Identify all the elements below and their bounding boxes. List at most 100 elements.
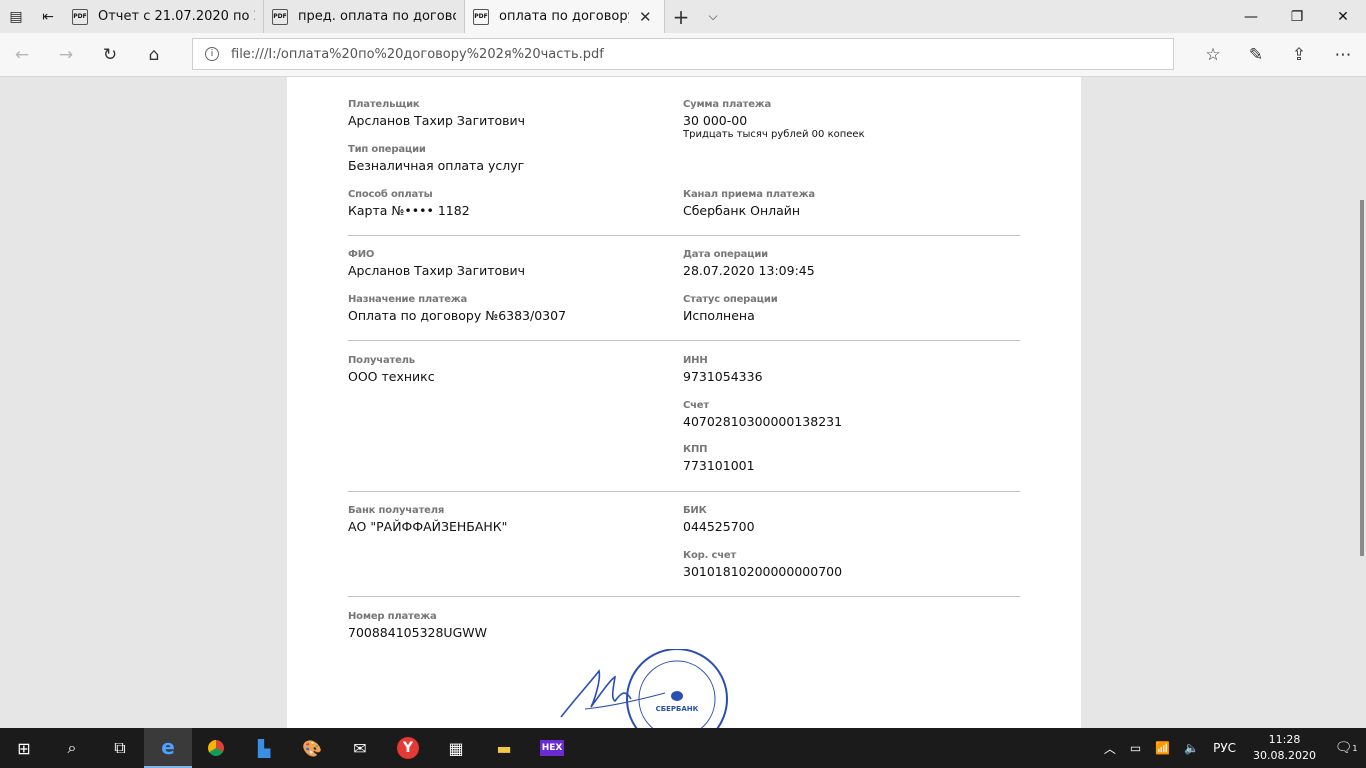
channel-value: Сбербанк Онлайн — [683, 203, 801, 218]
account-value: 40702810300000138231 — [683, 414, 843, 429]
refresh-button[interactable]: ↻ — [96, 41, 124, 69]
more-menu-icon[interactable]: ⋯ — [1329, 41, 1357, 69]
yandex-browser-icon[interactable]: Y — [384, 728, 432, 768]
task-view-icon[interactable]: ⧉ — [96, 728, 144, 768]
fio-label: ФИО — [348, 249, 375, 260]
start-windows-icon[interactable]: ⊞ — [0, 728, 48, 768]
set-aside-tabs-icon[interactable]: ⇤ — [32, 0, 64, 33]
separator — [348, 596, 1020, 597]
restore-button[interactable]: ❐ — [1274, 0, 1320, 33]
paint-palette-icon[interactable]: 🎨 — [288, 728, 336, 768]
navigation-bar: ← → ↻ ⌂ i file:///I:/оплата%20по%20догов… — [0, 33, 1366, 77]
pdf-page: Плательщик Арсланов Тахир Загитович Сумм… — [287, 77, 1081, 728]
op-type-label: Тип операции — [348, 144, 426, 155]
search-icon[interactable]: ⌕ — [48, 728, 96, 768]
date-label: Дата операции — [683, 249, 768, 260]
payment-no-value: 700884105328UGWW — [348, 625, 487, 640]
kpp-value: 773101001 — [683, 458, 755, 473]
calculator-icon[interactable]: ▦ — [432, 728, 480, 768]
date-field: Дата операции 28.07.2020 13:09:45 — [683, 249, 815, 278]
tab-title: пред. оплата по договору — [298, 9, 456, 24]
amount-label: Сумма платежа — [683, 99, 772, 110]
account-field: Счет 40702810300000138231 — [683, 400, 842, 429]
inn-label: ИНН — [683, 355, 708, 366]
tab-prepayment[interactable]: PDF пред. оплата по договору — [264, 0, 465, 33]
share-icon[interactable]: ⇪ — [1285, 41, 1313, 69]
pdf-icon: PDF — [473, 8, 489, 25]
amount-words: Тридцать тысяч рублей 00 копеек — [683, 129, 865, 140]
tab-report[interactable]: PDF Отчет с 21.07.2020 по 22.0 — [64, 0, 264, 33]
kpp-field: КПП 773101001 — [683, 444, 755, 473]
tab-bar: ▤ ⇤ PDF Отчет с 21.07.2020 по 22.0 PDF п… — [0, 0, 1366, 33]
file-explorer-icon[interactable]: ▬ — [480, 728, 528, 768]
forward-button[interactable]: → — [52, 41, 80, 69]
network-icon[interactable]: 📶 — [1155, 741, 1170, 755]
tab-preview-chevron-icon[interactable]: ⌵ — [697, 9, 729, 24]
pdf-viewer[interactable]: Плательщик Арсланов Тахир Загитович Сумм… — [0, 77, 1366, 728]
separator — [348, 235, 1020, 236]
favorites-star-icon[interactable]: ☆ — [1199, 41, 1227, 69]
separator — [348, 491, 1020, 492]
bik-value: 044525700 — [683, 519, 755, 534]
payer-value: Арсланов Тахир Загитович — [348, 113, 526, 128]
vertical-scrollbar[interactable] — [1360, 77, 1364, 728]
home-button[interactable]: ⌂ — [140, 41, 168, 69]
bank-label: Банк получателя — [348, 505, 445, 516]
battery-icon[interactable]: ▭ — [1130, 741, 1141, 755]
tab-payment-active[interactable]: PDF оплата по договору 2я ✕ — [465, 0, 665, 33]
recipient-field: Получатель ООО техникс — [348, 355, 435, 384]
system-tray: ︿ ▭ 📶 🔈 РУС 11:28 30.08.2020 🗨 1 — [1097, 728, 1366, 768]
address-url: file:///I:/оплата%20по%20договору%202я%2… — [231, 46, 604, 62]
back-button[interactable]: ← — [8, 41, 36, 69]
date-value: 28.07.2020 13:09:45 — [683, 263, 815, 278]
window-controls: — ❐ ✕ — [1228, 0, 1366, 33]
info-icon[interactable]: i — [205, 47, 219, 61]
taskbar: ⊞ ⌕ ⧉ e ▙ 🎨 ✉ Y ▦ ▬ HEX ︿ ▭ 📶 🔈 РУС 11:2… — [0, 728, 1366, 768]
clock-time: 11:28 — [1268, 733, 1301, 746]
status-label: Статус операции — [683, 294, 778, 305]
minimize-button[interactable]: — — [1228, 0, 1274, 33]
channel-field: Канал приема платежа Сбербанк Онлайн — [683, 189, 815, 218]
bank-field: Банк получателя АО "РАЙФФАЙЗЕНБАНК" — [348, 505, 507, 534]
volume-icon[interactable]: 🔈 — [1184, 741, 1199, 755]
account-label: Счет — [683, 400, 709, 411]
close-window-button[interactable]: ✕ — [1320, 0, 1366, 33]
pay-method-label: Способ оплаты — [348, 189, 433, 200]
edge-browser-icon[interactable]: e — [144, 728, 192, 768]
inn-value: 9731054336 — [683, 369, 763, 384]
bank-value: АО "РАЙФФАЙЗЕНБАНК" — [348, 519, 508, 534]
new-tab-button[interactable]: + — [665, 5, 697, 29]
bank-stamp-seal: СБЕРБАНК — [560, 649, 728, 728]
stamp-text: СБЕРБАНК — [656, 705, 699, 713]
corr-value: 30101810200000000700 — [683, 564, 843, 579]
clock[interactable]: 11:28 30.08.2020 — [1253, 732, 1316, 764]
show-hidden-icons-chevron-icon[interactable]: ︿ — [1104, 740, 1116, 757]
notifications-icon[interactable]: 🗨 1 — [1326, 728, 1366, 768]
pdf-icon: PDF — [272, 8, 288, 25]
payment-no-field: Номер платежа 700884105328UGWW — [348, 611, 487, 640]
purpose-value: Оплата по договору №6383/0307 — [348, 308, 567, 323]
chrome-icon[interactable] — [192, 728, 240, 768]
inn-field: ИНН 9731054336 — [683, 355, 763, 384]
tab-manager-icon[interactable]: ▤ — [0, 0, 32, 33]
payer-field: Плательщик Арсланов Тахир Загитович — [348, 99, 525, 128]
close-tab-icon[interactable]: ✕ — [639, 8, 652, 26]
mail-icon[interactable]: ✉ — [336, 728, 384, 768]
pay-method-value: Карта №•••• 1182 — [348, 203, 470, 218]
fio-value: Арсланов Тахир Загитович — [348, 263, 526, 278]
amount-field: Сумма платежа 30 000-00 Тридцать тысяч р… — [683, 99, 865, 140]
scrollbar-thumb[interactable] — [1360, 200, 1364, 556]
language-indicator[interactable]: РУС — [1213, 741, 1236, 755]
pen-icon[interactable]: ✎ — [1242, 41, 1270, 69]
hex-editor-icon[interactable]: HEX — [528, 728, 576, 768]
status-value: Исполнена — [683, 308, 755, 323]
kpp-label: КПП — [683, 444, 708, 455]
fio-field: ФИО Арсланов Тахир Загитович — [348, 249, 525, 278]
notification-count: 1 — [1352, 743, 1358, 753]
app-icon-blue[interactable]: ▙ — [240, 728, 288, 768]
amount-value: 30 000-00 — [683, 113, 748, 128]
address-bar[interactable]: i file:///I:/оплата%20по%20договору%202я… — [192, 38, 1174, 70]
bik-field: БИК 044525700 — [683, 505, 755, 534]
op-type-value: Безналичная оплата услуг — [348, 158, 525, 173]
pdf-icon: PDF — [72, 8, 88, 25]
